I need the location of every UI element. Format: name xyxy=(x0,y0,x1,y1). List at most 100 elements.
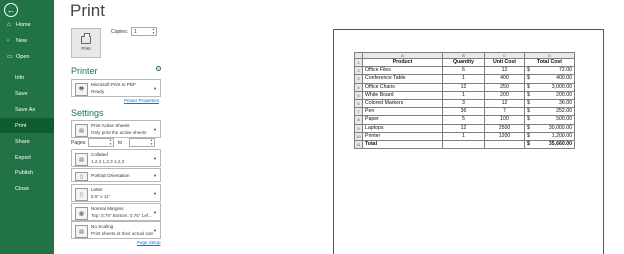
quantity-cell: 1 xyxy=(442,131,485,141)
collate-dropdown[interactable]: ▤ Collated 1,2,3 1,2,3 1,2,3 ▼ xyxy=(71,149,161,167)
sheets-icon: ▤ xyxy=(75,124,88,137)
nav-save-as[interactable]: Save As xyxy=(0,102,54,117)
product-cell: Office Chairs xyxy=(362,82,443,92)
unit-cost-cell: 400 xyxy=(484,74,525,84)
preview-sheet-table: A B C D 1 Product Quantity Unit Cost Tot… xyxy=(354,52,575,150)
printer-properties-link[interactable]: Printer Properties xyxy=(124,98,159,103)
pages-from-input[interactable]: ▲ ▼ xyxy=(88,138,114,147)
row-number: 9 xyxy=(354,123,363,133)
total-label: Total xyxy=(362,139,443,150)
nav-save[interactable]: Save xyxy=(0,86,54,101)
product-cell: White Board xyxy=(362,90,443,100)
new-file-icon: ▫ xyxy=(7,37,10,44)
quantity-cell: 5 xyxy=(442,115,485,125)
row-number: 1 xyxy=(354,57,363,68)
table-row: 2 Office Files 6 12 $72.00 xyxy=(354,66,575,76)
total-cost-value: 1,200.00 xyxy=(551,132,572,139)
total-cost-cell: $1,200.00 xyxy=(524,131,575,141)
nav-home[interactable]: ⌂ Home xyxy=(0,17,54,32)
total-cost-cell: $30,000.00 xyxy=(524,123,575,133)
collate-icon: ▤ xyxy=(75,153,88,166)
quantity-cell: 12 xyxy=(442,82,485,92)
paper-icon: ▯ xyxy=(75,188,88,201)
total-cost-value: 500.00 xyxy=(556,116,572,123)
chevron-down-icon: ▼ xyxy=(153,86,157,91)
row-number: 3 xyxy=(354,74,363,84)
currency-symbol: $ xyxy=(527,75,530,82)
folder-icon: ▭ xyxy=(7,54,13,60)
nav-label: Close xyxy=(15,185,30,192)
currency-symbol: $ xyxy=(527,83,530,90)
nav-label: Print xyxy=(15,122,27,129)
page-title: Print xyxy=(70,1,105,20)
nav-info[interactable]: Info xyxy=(0,70,54,85)
info-icon[interactable]: i xyxy=(156,66,161,71)
backstage-sidebar: ← ⌂ Home ▫ New ▭ Open Info Save Save As Pri… xyxy=(0,0,54,254)
copies-input[interactable]: 1 ▲ ▼ xyxy=(131,27,157,36)
orientation-label: Portrait Orientation xyxy=(91,173,130,178)
nav-label: Open xyxy=(16,53,30,60)
nav-new[interactable]: ▫ New xyxy=(0,33,54,48)
nav-export[interactable]: Export xyxy=(0,150,54,165)
page-setup-link[interactable]: Page Setup xyxy=(137,240,161,245)
total-cost-value: 400.00 xyxy=(556,75,572,82)
total-cost-cell: $36.00 xyxy=(524,98,575,109)
currency-symbol: $ xyxy=(527,124,530,131)
pages-to-input[interactable]: ▲ ▼ xyxy=(129,138,155,147)
total-cost-value: 72.00 xyxy=(559,67,572,74)
nav-publish[interactable]: Publish xyxy=(0,165,54,180)
quantity-cell: 1 xyxy=(442,90,485,100)
table-row: 3 Conference Table 1 400 $400.00 xyxy=(354,74,575,84)
nav-print[interactable]: Print xyxy=(0,118,54,133)
spinner-icon[interactable]: ▲ ▼ xyxy=(152,27,155,35)
orientation-dropdown[interactable]: ▯ Portrait Orientation ▼ xyxy=(71,168,161,182)
scaling-dropdown[interactable]: ▤ No Scaling Print sheets at their actua… xyxy=(71,221,161,239)
total-cost-value: 252.00 xyxy=(556,108,572,115)
total-cost-value: 30,000.00 xyxy=(548,124,572,131)
paper-label: Letter xyxy=(91,187,103,192)
nav-label: Save xyxy=(15,90,28,97)
unit-cost-cell: 12 xyxy=(484,98,525,109)
total-cost-cell: $200.00 xyxy=(524,90,575,100)
chevron-down-icon: ▼ xyxy=(153,127,157,132)
home-icon: ⌂ xyxy=(7,21,11,28)
table-row: 7 Pen 36 7 $252.00 xyxy=(354,107,575,117)
empty-cell xyxy=(484,139,525,150)
nav-close[interactable]: Close xyxy=(0,181,54,196)
nav-label: Info xyxy=(15,74,25,81)
row-number: 4 xyxy=(354,82,363,92)
copies-value: 1 xyxy=(134,29,137,35)
quantity-cell: 3 xyxy=(442,98,485,109)
table-row: 10 Printer 1 1200 $1,200.00 xyxy=(354,131,575,141)
margins-desc: Top: 0.75" Bottom: 0.75" Lef... xyxy=(91,213,152,218)
unit-cost-cell: 100 xyxy=(484,115,525,125)
collate-desc: 1,2,3 1,2,3 1,2,3 xyxy=(91,159,125,164)
scaling-desc: Print sheets at their actual size xyxy=(91,231,154,236)
unit-cost-cell: 7 xyxy=(484,107,525,117)
quantity-cell: 36 xyxy=(442,107,485,117)
header-cell: Unit Cost xyxy=(484,57,525,68)
row-number: 11 xyxy=(354,139,363,150)
nav-open[interactable]: ▭ Open xyxy=(0,49,54,64)
paper-desc: 8.5" x 11" xyxy=(91,194,111,199)
back-arrow-icon[interactable]: ← xyxy=(4,3,18,17)
product-cell: Printer xyxy=(362,131,443,141)
row-number: 5 xyxy=(354,90,363,100)
print-what-dropdown[interactable]: ▤ Print Active Sheets Only print the act… xyxy=(71,120,161,138)
margins-dropdown[interactable]: ▦ Normal Margins Top: 0.75" Bottom: 0.75… xyxy=(71,203,161,221)
nav-share[interactable]: Share xyxy=(0,134,54,149)
total-row: 11 Total $35,660.00 xyxy=(354,139,575,150)
paper-size-dropdown[interactable]: ▯ Letter 8.5" x 11" ▼ xyxy=(71,184,161,202)
chevron-down-icon: ▼ xyxy=(153,173,157,178)
settings-heading: Settings xyxy=(71,108,104,118)
copies-label: Copies: xyxy=(111,29,128,35)
spinner-icon[interactable]: ▲ ▼ xyxy=(150,138,153,146)
chevron-down-icon: ▼ xyxy=(153,191,157,196)
table-row: 4 Office Chairs 12 250 $3,000.00 xyxy=(354,82,575,92)
print-button[interactable]: Print xyxy=(71,28,101,58)
spinner-icon[interactable]: ▲ ▼ xyxy=(109,138,112,146)
printer-dropdown[interactable]: 🖶 Microsoft Print to PDF Ready ▼ xyxy=(71,79,161,97)
currency-symbol: $ xyxy=(527,132,530,139)
row-number: 6 xyxy=(354,98,363,109)
table-row: 5 White Board 1 200 $200.00 xyxy=(354,90,575,100)
